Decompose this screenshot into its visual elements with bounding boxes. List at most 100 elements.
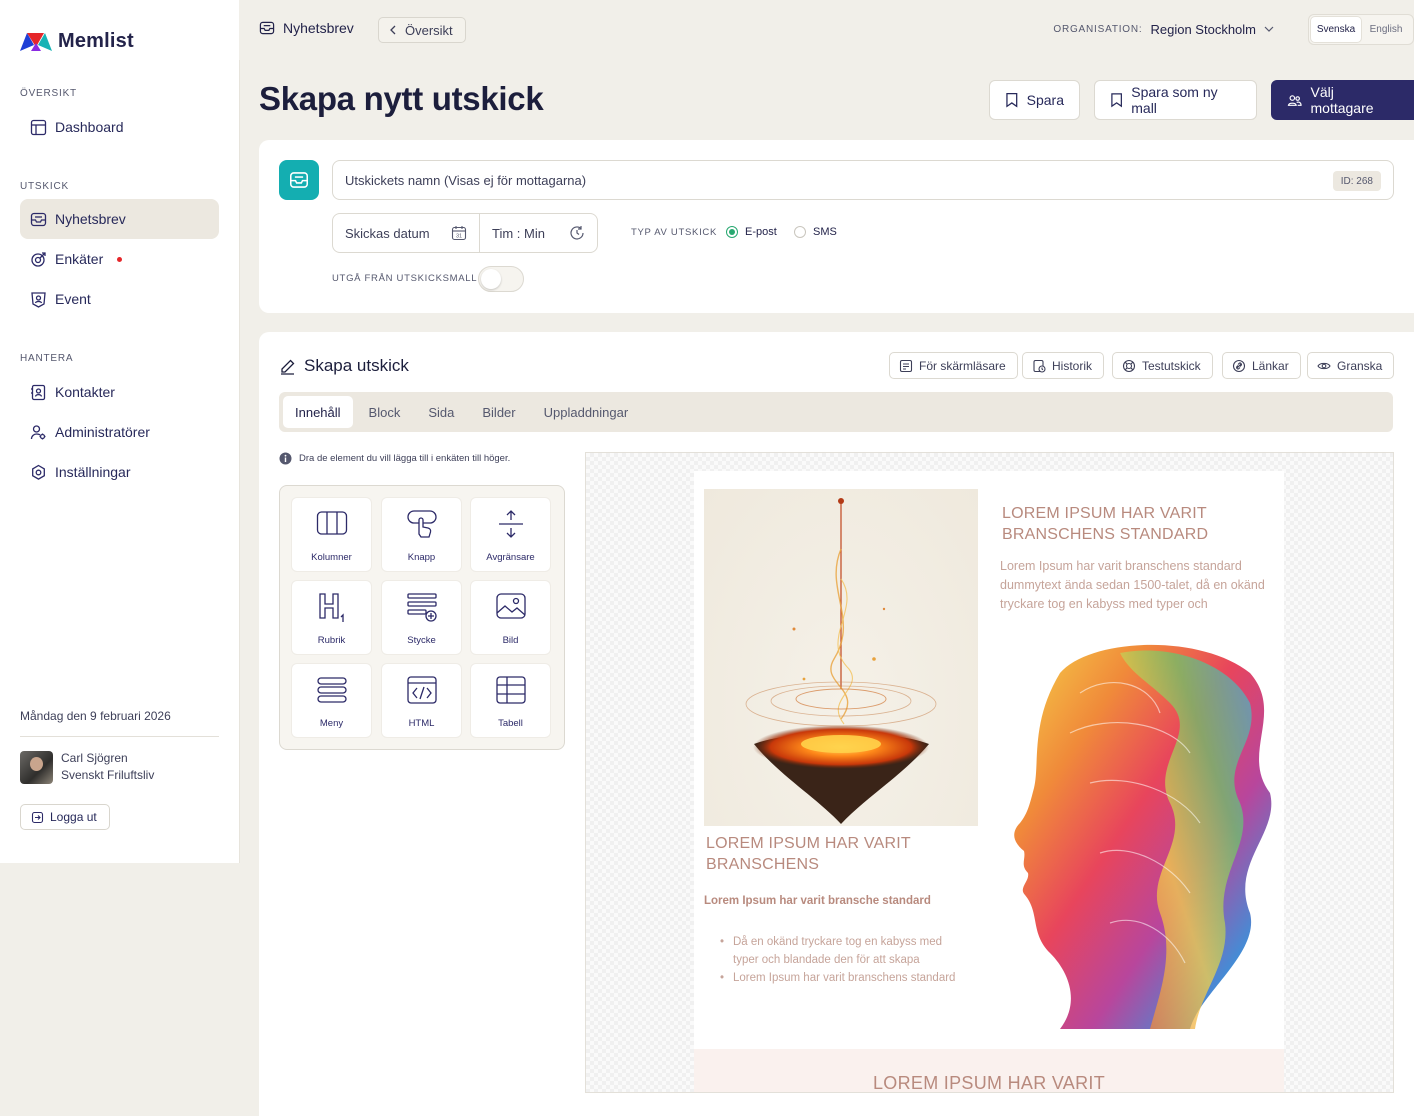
preview-paragraph-right: Lorem Ipsum har varit branschens standar… <box>1000 559 1265 611</box>
links-button[interactable]: Länkar <box>1222 352 1301 379</box>
send-date-input[interactable]: Skickas datum 31 <box>333 214 479 252</box>
svg-text:31: 31 <box>456 234 462 240</box>
element-tabell[interactable]: Tabell <box>471 664 550 737</box>
sidebar-item-label: Event <box>55 291 91 307</box>
sidebar-item-enkater[interactable]: Enkäter <box>20 239 219 279</box>
save-as-template-button[interactable]: Spara som ny mall <box>1094 80 1257 120</box>
sidebar-item-installningar[interactable]: Inställningar <box>20 452 219 492</box>
preview-heading-right: LOREM IPSUM HAR VARIT BRANSCHENS STANDAR… <box>1002 505 1209 543</box>
template-toggle[interactable] <box>478 266 524 292</box>
section-label-oversikt: ÖVERSIKT <box>20 88 77 99</box>
org-label: ORGANISATION: <box>1053 24 1143 35</box>
email-preview-canvas[interactable]: LOREM IPSUM HAR VARIT BRANSCHENS STANDAR… <box>585 452 1394 1093</box>
calendar-icon: 31 <box>451 226 467 241</box>
element-label: HTML <box>408 718 435 729</box>
element-stycke[interactable]: Stycke <box>382 581 461 654</box>
email-preview: LOREM IPSUM HAR VARIT BRANSCHENS STANDAR… <box>694 471 1284 1093</box>
divider-icon <box>499 510 523 538</box>
button-click-icon <box>407 510 437 538</box>
dashboard-icon <box>30 119 47 135</box>
image-icon <box>496 593 526 619</box>
admins-icon <box>30 424 46 439</box>
tab-uppladdningar[interactable]: Uppladdningar <box>532 396 641 428</box>
user-profile[interactable]: Carl Sjögren Svenskt Friluftsliv <box>20 750 154 784</box>
lang-english[interactable]: English <box>1361 17 1411 42</box>
org-value: Region Stockholm <box>1150 22 1257 37</box>
logout-label: Logga ut <box>50 810 97 824</box>
test-send-button[interactable]: Testutskick <box>1112 352 1213 379</box>
preview-image-vortex[interactable] <box>704 489 978 826</box>
type-label: TYP AV UTSKICK <box>631 227 717 238</box>
send-time-placeholder: Tim : Min <box>492 225 545 241</box>
link-icon <box>1232 359 1246 372</box>
sidebar-item-event[interactable]: Event <box>20 279 219 319</box>
avatar <box>20 750 53 784</box>
mailbox-icon <box>259 21 275 35</box>
element-meny[interactable]: Meny <box>292 664 371 737</box>
preview-band-heading: LOREM IPSUM HAR VARIT <box>873 1073 1105 1093</box>
section-label-hantera: HANTERA <box>20 353 74 364</box>
notification-dot <box>117 256 123 262</box>
organization-selector[interactable]: ORGANISATION: Region Stockholm <box>1053 22 1274 37</box>
tab-innehall[interactable]: Innehåll <box>283 396 353 428</box>
sidebar: Memlist ÖVERSIKT Dashboard UTSKICK Nyhet… <box>0 0 239 863</box>
pencil-icon <box>281 359 295 375</box>
element-bild[interactable]: Bild <box>471 581 550 654</box>
element-rubrik[interactable]: Rubrik <box>292 581 371 654</box>
user-name: Carl Sjögren <box>61 751 128 765</box>
survey-icon <box>31 251 46 267</box>
user-org: Svenskt Friluftsliv <box>61 768 155 782</box>
lang-svenska[interactable]: Svenska <box>1311 17 1361 42</box>
sidebar-item-label: Enkäter <box>55 251 104 267</box>
review-label: Granska <box>1337 358 1383 373</box>
test-icon <box>1122 359 1136 372</box>
bookmark-icon <box>1006 93 1018 108</box>
choose-recipients-button[interactable]: Välj mottagare <box>1271 80 1414 120</box>
editor-tabs: Innehåll Block Sida Bilder Uppladdningar <box>279 392 1393 432</box>
heading-icon <box>319 593 344 622</box>
language-switch: Svenska English <box>1308 14 1414 45</box>
history-button[interactable]: Historik <box>1022 352 1105 379</box>
logout-button[interactable]: Logga ut <box>20 804 110 830</box>
sidebar-item-label: Kontakter <box>55 384 115 400</box>
chevron-left-icon <box>390 25 396 35</box>
save-button[interactable]: Spara <box>989 80 1080 120</box>
send-time-input[interactable]: Tim : Min <box>479 214 597 252</box>
radio-email[interactable]: E-post <box>726 226 777 238</box>
element-knapp[interactable]: Knapp <box>382 498 461 571</box>
send-details-card: Utskickets namn (Visas ej för mottagarna… <box>259 140 1414 313</box>
tab-bilder[interactable]: Bilder <box>470 396 527 428</box>
element-html[interactable]: HTML <box>382 664 461 737</box>
mailbox-icon <box>30 212 47 226</box>
back-button[interactable]: Översikt <box>378 17 466 43</box>
review-button[interactable]: Granska <box>1307 352 1395 379</box>
element-kolumner[interactable]: Kolumner <box>292 498 371 571</box>
tab-block[interactable]: Block <box>357 396 413 428</box>
chevron-down-icon <box>1264 26 1274 32</box>
preview-image-face[interactable] <box>1000 633 1276 1029</box>
clock-icon <box>570 226 584 240</box>
element-label: Avgränsare <box>486 552 535 563</box>
paragraph-icon <box>407 593 437 622</box>
list-item: Då en okänd tryckare tog en kabyss med t… <box>720 933 960 969</box>
send-name-input[interactable]: Utskickets namn (Visas ej för mottagarna… <box>332 160 1394 200</box>
drag-hint: Dra de element du vill lägga till i enkä… <box>279 452 510 465</box>
preview-list: Då en okänd tryckare tog en kabyss med t… <box>720 933 960 987</box>
sidebar-item-nyhetsbrev[interactable]: Nyhetsbrev <box>20 199 219 239</box>
sidebar-item-dashboard[interactable]: Dashboard <box>20 107 219 147</box>
sidebar-item-label: Inställningar <box>55 464 131 480</box>
columns-icon <box>316 511 348 535</box>
element-avgransare[interactable]: Avgränsare <box>471 498 550 571</box>
app-logo[interactable]: Memlist <box>20 30 134 53</box>
recipients-icon <box>1287 95 1302 106</box>
sidebar-item-administratorer[interactable]: Administratörer <box>20 412 219 452</box>
radio-sms[interactable]: SMS <box>794 226 837 238</box>
tab-sida[interactable]: Sida <box>416 396 466 428</box>
element-label: Rubrik <box>317 635 346 646</box>
newsletter-badge <box>279 160 319 200</box>
menu-icon <box>317 677 347 703</box>
sidebar-item-kontakter[interactable]: Kontakter <box>20 372 219 412</box>
element-palette: Kolumner Knapp Avgränsare Rubrik Stycke … <box>279 485 565 750</box>
screen-reader-button[interactable]: För skärmläsare <box>889 352 1018 379</box>
element-label: Stycke <box>407 635 436 646</box>
